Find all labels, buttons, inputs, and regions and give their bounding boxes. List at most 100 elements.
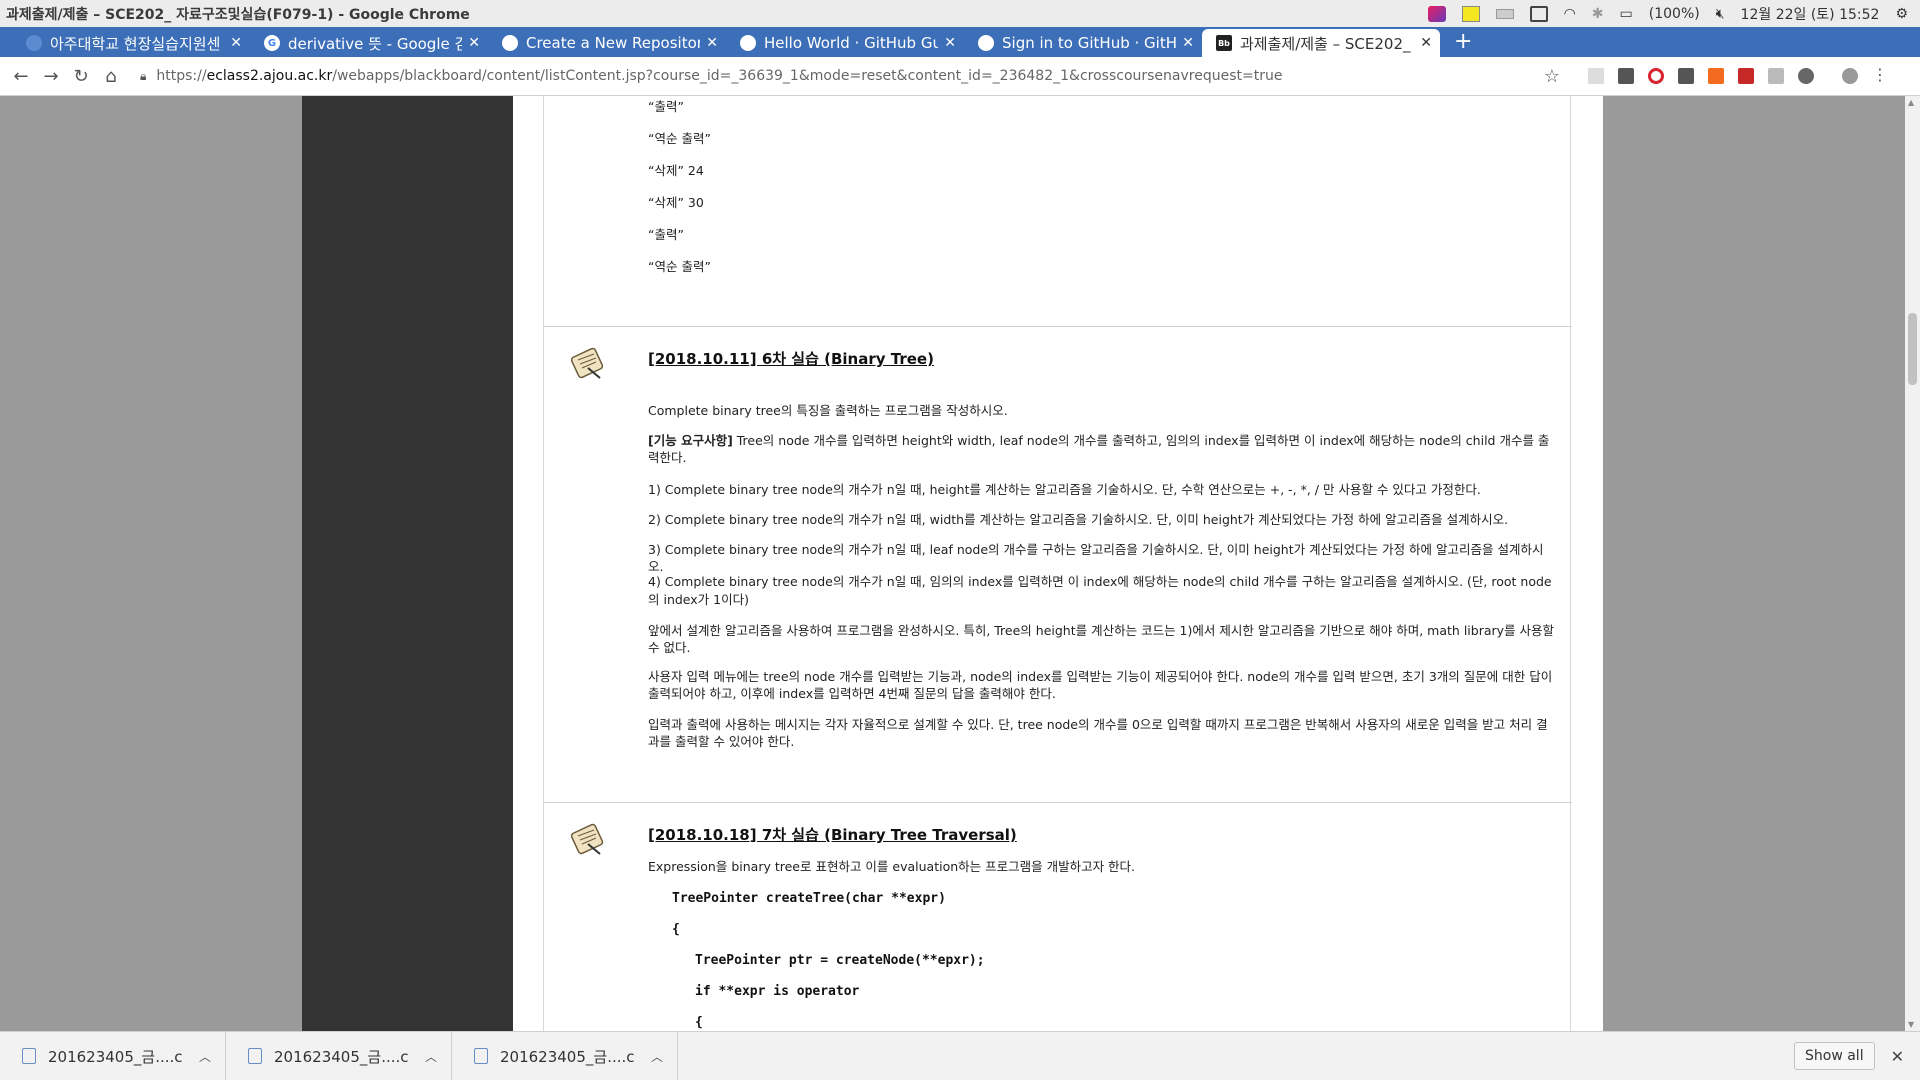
download-filename: 201623405_금....c bbox=[48, 1047, 183, 1066]
item-divider bbox=[544, 802, 1572, 803]
address-bar[interactable]: 🔒︎ https://eclass2.ajou.ac.kr/webapps/bl… bbox=[140, 61, 1560, 91]
close-icon[interactable]: ✕ bbox=[1891, 1047, 1904, 1066]
github-icon bbox=[502, 35, 518, 51]
close-icon[interactable]: ✕ bbox=[1420, 35, 1432, 51]
tab-github-signin[interactable]: Sign in to GitHub · GitHub ✕ bbox=[964, 29, 1202, 57]
url-path: /webapps/blackboard/content/listContent.… bbox=[332, 68, 1283, 84]
question-3: 3) Complete binary tree node의 개수가 n일 때, … bbox=[648, 542, 1544, 574]
tab-label: derivative 뜻 - Google 검색 bbox=[288, 34, 463, 53]
text-line: “삭제” 30 bbox=[648, 195, 704, 210]
bluetooth-icon[interactable]: ✱ bbox=[1592, 6, 1604, 22]
os-top-bar: 과제출제/제출 – SCE202_ 자료구조및실습(F079-1) - Goog… bbox=[0, 0, 1920, 27]
paragraph: 앞에서 설계한 알고리즘을 사용하여 프로그램을 완성하시오. 특히, Tree… bbox=[648, 623, 1555, 655]
bookmark-star-icon[interactable]: ☆ bbox=[1544, 66, 1560, 87]
tab-google[interactable]: G derivative 뜻 - Google 검색 ✕ bbox=[250, 29, 488, 57]
download-item[interactable]: 201623405_금....c ︿ bbox=[0, 1031, 226, 1080]
text-line: “출력” bbox=[648, 99, 684, 114]
code-line: TreePointer createTree(char **expr) bbox=[672, 891, 946, 906]
text-line: “역순 출력” bbox=[648, 131, 711, 146]
tablet-icon[interactable] bbox=[1529, 5, 1548, 22]
item-requirements: [기능 요구사항] Tree의 node 개수를 입력하면 height와 wi… bbox=[648, 432, 1554, 466]
github-icon bbox=[978, 35, 994, 51]
code-line: if **expr is operator bbox=[695, 984, 860, 999]
back-icon[interactable]: ← bbox=[6, 66, 36, 87]
text-line: “출력” bbox=[648, 227, 684, 242]
tab-label: 아주대학교 현장실습지원센 bbox=[50, 34, 221, 53]
browser-toolbar: ← → ↻ ⌂ 🔒︎ https://eclass2.ajou.ac.kr/we… bbox=[0, 57, 1920, 96]
chevron-up-icon[interactable]: ︿ bbox=[651, 1048, 663, 1065]
battery-percent: (100%) bbox=[1648, 5, 1700, 22]
window-title: 과제출제/제출 – SCE202_ 자료구조및실습(F079-1) - Goog… bbox=[6, 6, 470, 23]
new-tab-button[interactable]: + bbox=[1454, 29, 1472, 54]
extension-icon[interactable] bbox=[1798, 68, 1814, 84]
tab-ajou[interactable]: 아주대학교 현장실습지원센 ✕ bbox=[12, 29, 250, 57]
question-2: 2) Complete binary tree node의 개수가 n일 때, … bbox=[648, 512, 1509, 527]
assignment-icon bbox=[570, 823, 604, 855]
volume-icon[interactable]: 🔇︎ bbox=[1716, 6, 1725, 22]
extension-icon[interactable] bbox=[1618, 68, 1634, 84]
opera-icon[interactable] bbox=[1648, 68, 1664, 84]
settings-icon[interactable]: ⚙ bbox=[1895, 6, 1908, 22]
app-indicator-icon[interactable] bbox=[1427, 5, 1446, 22]
chevron-up-icon[interactable]: ︿ bbox=[425, 1048, 437, 1065]
forward-icon[interactable]: → bbox=[36, 66, 66, 87]
lock-icon[interactable]: 🔒︎ bbox=[140, 69, 146, 84]
url-scheme: https:// bbox=[156, 68, 207, 84]
extensions: ⋮ bbox=[1588, 67, 1888, 84]
question-4: 4) Complete binary tree node의 개수가 n일 때, … bbox=[648, 574, 1552, 607]
tab-strip: 아주대학교 현장실습지원센 ✕ G derivative 뜻 - Google … bbox=[0, 27, 1920, 57]
scroll-thumb[interactable] bbox=[1908, 313, 1917, 385]
tab-label: Sign in to GitHub · GitHub bbox=[1002, 34, 1177, 52]
page-viewport: “출력” “역순 출력” “삭제” 24 “삭제” 30 “출력” “역순 출력… bbox=[0, 96, 1905, 1031]
ajou-icon bbox=[26, 35, 42, 51]
profile-icon[interactable] bbox=[1842, 68, 1858, 84]
code-line: TreePointer ptr = createNode(**epxr); bbox=[695, 953, 985, 968]
scroll-up-icon[interactable]: ▲ bbox=[1908, 98, 1914, 107]
close-icon[interactable]: ✕ bbox=[944, 35, 956, 51]
clock[interactable]: 12월 22일 (토) 15:52 bbox=[1741, 4, 1880, 24]
close-icon[interactable]: ✕ bbox=[468, 35, 480, 51]
download-item[interactable]: 201623405_금....c ︿ bbox=[226, 1031, 452, 1080]
text-line: “역순 출력” bbox=[648, 259, 711, 274]
close-icon[interactable]: ✕ bbox=[706, 35, 718, 51]
item-title-link[interactable]: [2018.10.11] 6차 실습 (Binary Tree) bbox=[648, 348, 934, 369]
notes-icon[interactable] bbox=[1461, 5, 1480, 22]
wifi-icon[interactable]: ◠ bbox=[1564, 6, 1576, 22]
download-item[interactable]: 201623405_금....c ︿ bbox=[452, 1031, 678, 1080]
tab-github-hello[interactable]: Hello World · GitHub Guid ✕ bbox=[726, 29, 964, 57]
keyboard-icon[interactable] bbox=[1495, 8, 1514, 19]
page-scrollbar[interactable]: ▲ ▼ bbox=[1905, 96, 1920, 1031]
tab-label: 과제출제/제출 – SCE202_ 자 bbox=[1240, 34, 1415, 53]
item-intro: Expression을 binary tree로 표현하고 이를 evaluat… bbox=[648, 859, 1136, 874]
download-filename: 201623405_금....c bbox=[500, 1047, 635, 1066]
chevron-up-icon[interactable]: ︿ bbox=[199, 1048, 211, 1065]
close-icon[interactable]: ✕ bbox=[230, 35, 242, 51]
extension-icon[interactable] bbox=[1588, 68, 1604, 84]
github-icon bbox=[740, 35, 756, 51]
requirements-label: [기능 요구사항] bbox=[648, 433, 733, 448]
blackboard-icon: Bb bbox=[1216, 35, 1232, 51]
scroll-down-icon[interactable]: ▼ bbox=[1908, 1020, 1914, 1029]
content-area: “출력” “역순 출력” “삭제” 24 “삭제” 30 “출력” “역순 출력… bbox=[513, 96, 1603, 1031]
show-all-button[interactable]: Show all bbox=[1794, 1042, 1875, 1070]
download-filename: 201623405_금....c bbox=[274, 1047, 409, 1066]
tab-blackboard[interactable]: Bb 과제출제/제출 – SCE202_ 자 ✕ bbox=[1202, 29, 1440, 57]
home-icon[interactable]: ⌂ bbox=[96, 66, 126, 87]
extension-icon[interactable] bbox=[1708, 68, 1724, 84]
content-list: “출력” “역순 출력” “삭제” 24 “삭제” 30 “출력” “역순 출력… bbox=[543, 96, 1572, 1031]
course-menu-panel bbox=[302, 96, 513, 1031]
extension-icon[interactable] bbox=[1678, 68, 1694, 84]
item-divider bbox=[544, 326, 1572, 327]
menu-icon[interactable]: ⋮ bbox=[1872, 67, 1888, 84]
tab-github-create[interactable]: Create a New Repository ✕ bbox=[488, 29, 726, 57]
battery-icon[interactable]: ▭ bbox=[1620, 6, 1633, 22]
item-title-link[interactable]: [2018.10.18] 7차 실습 (Binary Tree Traversa… bbox=[648, 824, 1017, 845]
close-icon[interactable]: ✕ bbox=[1182, 35, 1194, 51]
extension-icon[interactable] bbox=[1738, 68, 1754, 84]
reload-icon[interactable]: ↻ bbox=[66, 66, 96, 87]
code-line: { bbox=[695, 1015, 703, 1030]
extension-icon[interactable] bbox=[1768, 68, 1784, 84]
item-intro: Complete binary tree의 특징을 출력하는 프로그램을 작성하… bbox=[648, 403, 1008, 418]
system-tray: ◠ ✱ ▭ (100%) 🔇︎ 12월 22일 (토) 15:52 ⚙ bbox=[1427, 4, 1920, 24]
code-line: { bbox=[672, 922, 680, 937]
